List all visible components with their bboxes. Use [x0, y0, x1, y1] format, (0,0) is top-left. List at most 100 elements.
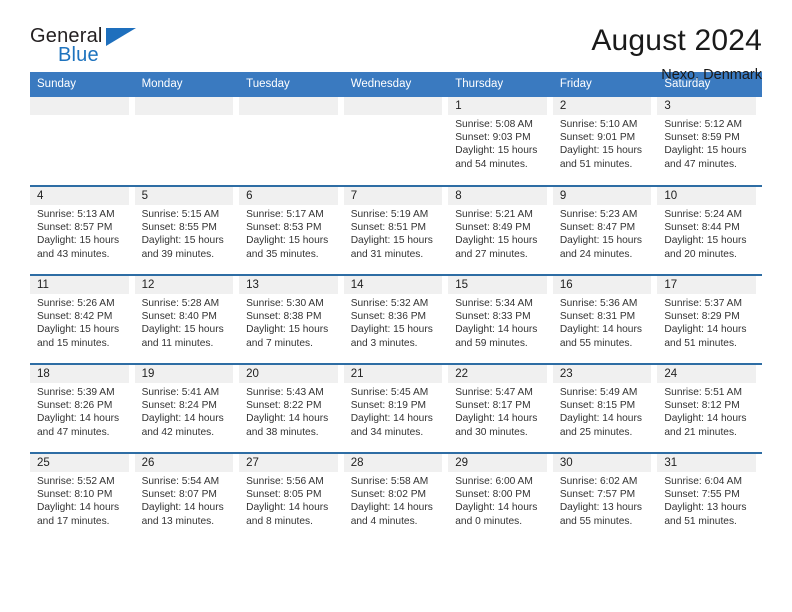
sunset-text: Sunset: 8:55 PM [141, 222, 217, 234]
sunrise-text: Sunrise: 5:10 AM [559, 119, 638, 130]
sunrise-text: Sunrise: 5:47 AM [455, 387, 533, 398]
sunset-text: Sunset: 8:00 PM [455, 489, 531, 501]
daylight-text-line2: and 34 minutes. [350, 426, 424, 438]
daylight-text-line2: and 38 minutes. [246, 426, 319, 438]
sunrise-text: Sunrise: 5:54 AM [141, 476, 220, 487]
sunrise-text: Sunrise: 6:04 AM [664, 476, 742, 487]
day-cell[interactable]: 14 Sunrise: 5:32 AM Sunset: 8:36 PM Dayligh… [343, 276, 449, 363]
day-cell[interactable]: 4 Sunrise: 5:13 AM Sunset: 8:57 PM Daylight… [30, 187, 135, 274]
day-cell[interactable]: 22 Sunrise: 5:47 AM Sunset: 8:17 PM Dayligh… [448, 365, 553, 452]
day-cell[interactable]: 17 Sunrise: 5:37 AM Sunset: 8:29 PM Dayligh… [657, 276, 762, 363]
day-cell[interactable]: 29 Sunrise: 6:00 AM Sunset: 8:00 PM Dayligh… [448, 454, 553, 542]
sunrise-text: Sunrise: 5:12 AM [664, 119, 742, 130]
calendar-week-row: 4 Sunrise: 5:13 AM Sunset: 8:57 PM Daylight… [30, 185, 762, 275]
day-cell[interactable]: 20 Sunrise: 5:43 AM Sunset: 8:22 PM Dayligh… [239, 365, 344, 452]
day-info: Sunrise: 5:36 AM Sunset: 8:31 PM Daylight:… [553, 294, 652, 350]
calendar-cell: 12 Sunrise: 5:28 AM Sunset: 8:40 PM Dayligh… [134, 274, 240, 364]
day-number: 10 [657, 187, 756, 205]
day-cell[interactable]: 12 Sunrise: 5:28 AM Sunset: 8:40 PM Dayligh… [134, 276, 240, 363]
day-number: 16 [552, 276, 652, 294]
day-cell[interactable]: 13 Sunrise: 5:30 AM Sunset: 8:38 PM Dayligh… [239, 276, 344, 363]
sunset-text: Sunset: 8:26 PM [37, 400, 113, 412]
sunset-text: Sunset: 8:40 PM [141, 311, 217, 323]
daylight-text-line2: and 24 minutes. [559, 248, 633, 260]
day-cell[interactable]: 3 Sunrise: 5:12 AM Sunset: 8:59 PM Daylight… [657, 97, 762, 185]
day-info: Sunrise: 6:02 AM Sunset: 7:57 PM Daylight:… [553, 472, 652, 528]
calendar-cell: 25 Sunrise: 5:52 AM Sunset: 8:10 PM Dayligh… [30, 452, 135, 542]
sunrise-text: Sunrise: 5:32 AM [350, 298, 429, 309]
sunrise-text: Sunrise: 5:23 AM [559, 209, 638, 220]
day-cell[interactable]: 15 Sunrise: 5:34 AM Sunset: 8:33 PM Dayligh… [448, 276, 553, 363]
day-cell[interactable]: 2 Sunrise: 5:10 AM Sunset: 9:01 PM Daylight… [552, 97, 658, 185]
sunset-text: Sunset: 8:02 PM [350, 489, 427, 501]
calendar-cell: 3 Sunrise: 5:12 AM Sunset: 8:59 PM Daylight… [657, 97, 762, 186]
sunrise-text: Sunrise: 5:26 AM [37, 298, 115, 309]
day-number: 8 [448, 187, 547, 205]
day-number: 27 [239, 454, 338, 472]
day-number: 13 [239, 276, 338, 294]
day-cell[interactable]: 25 Sunrise: 5:52 AM Sunset: 8:10 PM Dayligh… [30, 454, 135, 542]
day-cell[interactable]: 1 Sunrise: 5:08 AM Sunset: 9:03 PM Daylight… [448, 97, 553, 185]
daylight-text-line1: Daylight: 14 hours [37, 502, 120, 514]
calendar-cell: 29 Sunrise: 6:00 AM Sunset: 8:00 PM Dayligh… [448, 452, 553, 542]
day-cell[interactable]: 9 Sunrise: 5:23 AM Sunset: 8:47 PM Daylight… [552, 187, 658, 274]
day-cell[interactable]: 23 Sunrise: 5:49 AM Sunset: 8:15 PM Dayligh… [552, 365, 658, 452]
daylight-text-line2: and 39 minutes. [141, 248, 215, 260]
daylight-text-line1: Daylight: 15 hours [350, 235, 433, 247]
day-cell[interactable]: 30 Sunrise: 6:02 AM Sunset: 7:57 PM Dayligh… [552, 454, 658, 542]
calendar-week-row: 1 Sunrise: 5:08 AM Sunset: 9:03 PM Daylight… [30, 97, 762, 186]
day-number: 14 [343, 276, 443, 294]
day-cell[interactable]: 5 Sunrise: 5:15 AM Sunset: 8:55 PM Daylight… [134, 187, 240, 274]
day-info: Sunrise: 5:54 AM Sunset: 8:07 PM Daylight:… [135, 472, 234, 528]
day-cell-empty [239, 97, 344, 185]
day-cell[interactable]: 16 Sunrise: 5:36 AM Sunset: 8:31 PM Dayligh… [552, 276, 658, 363]
calendar-cell: 7 Sunrise: 5:19 AM Sunset: 8:51 PM Daylight… [343, 185, 449, 275]
day-number: 19 [134, 365, 234, 383]
sunset-text: Sunset: 8:29 PM [664, 311, 740, 323]
day-number: 3 [657, 97, 756, 115]
sunset-text: Sunset: 8:12 PM [664, 400, 740, 412]
daylight-text-line1: Daylight: 15 hours [141, 235, 224, 247]
sunrise-text: Sunrise: 5:43 AM [246, 387, 324, 398]
day-cell[interactable]: 31 Sunrise: 6:04 AM Sunset: 7:55 PM Dayligh… [657, 454, 762, 542]
day-cell[interactable]: 11 Sunrise: 5:26 AM Sunset: 8:42 PM Dayligh… [30, 276, 135, 363]
day-info: Sunrise: 5:45 AM Sunset: 8:19 PM Daylight:… [344, 383, 443, 439]
sunrise-text: Sunrise: 5:41 AM [141, 387, 220, 398]
daylight-text-line2: and 43 minutes. [37, 248, 110, 260]
day-number: 18 [30, 365, 129, 383]
sunset-text: Sunset: 8:19 PM [350, 400, 427, 412]
daylight-text-line1: Daylight: 13 hours [559, 502, 642, 514]
daylight-text-line1: Daylight: 15 hours [246, 235, 329, 247]
sunrise-text: Sunrise: 5:28 AM [141, 298, 220, 309]
day-cell[interactable]: 7 Sunrise: 5:19 AM Sunset: 8:51 PM Daylight… [343, 187, 449, 274]
calendar-cell: 4 Sunrise: 5:13 AM Sunset: 8:57 PM Daylight… [30, 185, 135, 275]
calendar-cell: 16 Sunrise: 5:36 AM Sunset: 8:31 PM Dayligh… [552, 274, 658, 364]
daylight-text-line1: Daylight: 14 hours [455, 413, 538, 425]
day-cell[interactable]: 28 Sunrise: 5:58 AM Sunset: 8:02 PM Dayligh… [343, 454, 449, 542]
day-cell[interactable]: 26 Sunrise: 5:54 AM Sunset: 8:07 PM Dayligh… [134, 454, 240, 542]
day-cell[interactable]: 27 Sunrise: 5:56 AM Sunset: 8:05 PM Dayligh… [239, 454, 344, 542]
sunset-text: Sunset: 8:15 PM [559, 400, 636, 412]
day-number: 28 [343, 454, 443, 472]
calendar-cell: 1 Sunrise: 5:08 AM Sunset: 9:03 PM Daylight… [448, 97, 553, 186]
logo-text-general: General [30, 25, 103, 47]
calendar-cell: 10 Sunrise: 5:24 AM Sunset: 8:44 PM Dayligh… [657, 185, 762, 275]
day-cell[interactable]: 8 Sunrise: 5:21 AM Sunset: 8:49 PM Daylight… [448, 187, 553, 274]
month-calendar: Sunday Monday Tuesday Wednesday Thursday… [30, 72, 762, 542]
sunset-text: Sunset: 8:51 PM [350, 222, 427, 234]
day-info: Sunrise: 5:30 AM Sunset: 8:38 PM Daylight:… [239, 294, 338, 350]
sunset-text: Sunset: 7:57 PM [559, 489, 636, 501]
day-cell[interactable]: 10 Sunrise: 5:24 AM Sunset: 8:44 PM Dayligh… [657, 187, 762, 274]
calendar-cell: 23 Sunrise: 5:49 AM Sunset: 8:15 PM Dayligh… [552, 363, 658, 453]
calendar-cell: 27 Sunrise: 5:56 AM Sunset: 8:05 PM Dayligh… [239, 452, 344, 542]
day-cell[interactable]: 24 Sunrise: 5:51 AM Sunset: 8:12 PM Dayligh… [657, 365, 762, 452]
day-cell[interactable]: 21 Sunrise: 5:45 AM Sunset: 8:19 PM Dayligh… [343, 365, 449, 452]
sunset-text: Sunset: 8:33 PM [455, 311, 531, 323]
sunrise-text: Sunrise: 5:45 AM [350, 387, 429, 398]
sunrise-text: Sunrise: 5:24 AM [664, 209, 742, 220]
calendar-week-row: 18 Sunrise: 5:39 AM Sunset: 8:26 PM Dayligh… [30, 363, 762, 453]
day-info: Sunrise: 5:13 AM Sunset: 8:57 PM Daylight:… [30, 205, 129, 261]
day-cell[interactable]: 18 Sunrise: 5:39 AM Sunset: 8:26 PM Dayligh… [30, 365, 135, 452]
day-cell[interactable]: 6 Sunrise: 5:17 AM Sunset: 8:53 PM Daylight… [239, 187, 344, 274]
day-cell[interactable]: 19 Sunrise: 5:41 AM Sunset: 8:24 PM Dayligh… [134, 365, 240, 452]
